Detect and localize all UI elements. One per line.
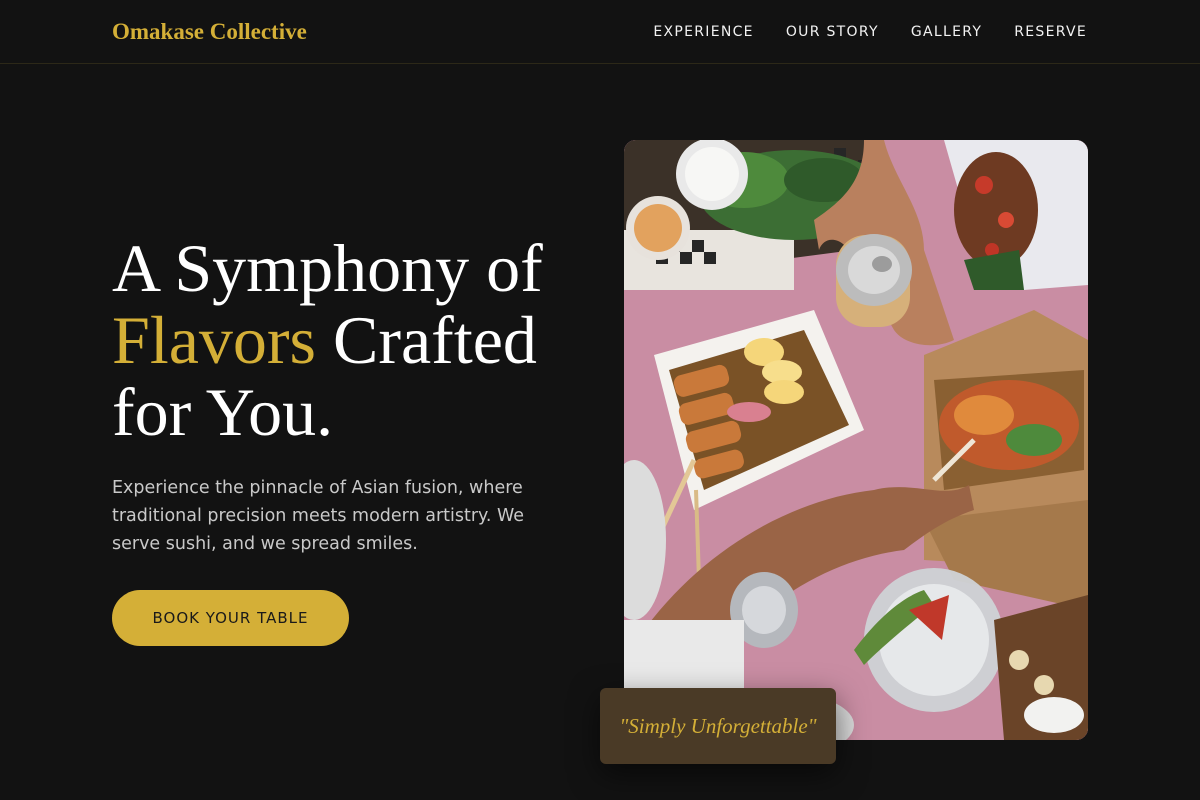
hero-description: Experience the pinnacle of Asian fusion,… <box>112 478 525 554</box>
book-table-button[interactable]: BOOK YOUR TABLE <box>112 590 349 646</box>
headline-highlight: Flavors <box>112 302 316 378</box>
headline-line-3: for You. <box>112 374 334 450</box>
nav-experience-link[interactable]: EXPERIENCE <box>653 22 754 42</box>
hero-headline: A Symphony of Flavors Crafted for You. <box>112 232 592 448</box>
nav-our-story-link[interactable]: OUR STORY <box>786 22 879 42</box>
headline-line-1: A Symphony of <box>112 230 543 306</box>
testimonial-quote: "Simply Unforgettable" <box>619 713 817 738</box>
hero-food-image <box>624 140 1088 740</box>
nav-gallery-link[interactable]: GALLERY <box>911 22 982 42</box>
top-navbar: Omakase Collective EXPERIENCE OUR STORY … <box>0 0 1200 64</box>
brand-logo[interactable]: Omakase Collective <box>112 17 307 47</box>
main-menu: EXPERIENCE OUR STORY GALLERY RESERVE <box>653 22 1087 42</box>
nav-reserve-link[interactable]: RESERVE <box>1014 22 1087 42</box>
testimonial-badge: "Simply Unforgettable" <box>600 688 836 764</box>
headline-line-2-rest: Crafted <box>316 302 537 378</box>
